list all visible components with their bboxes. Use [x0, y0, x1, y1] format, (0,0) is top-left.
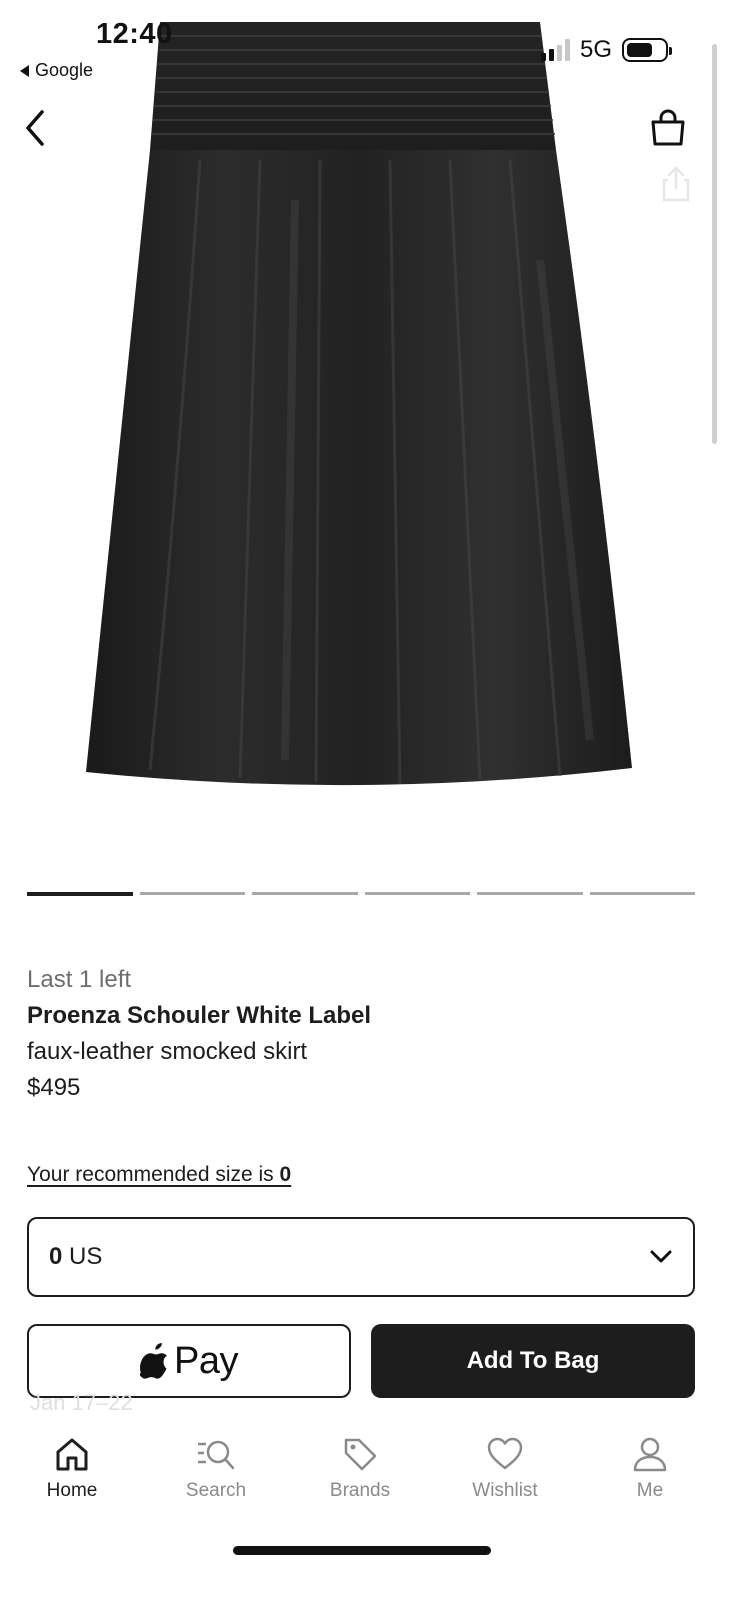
- add-to-bag-button[interactable]: Add To Bag: [371, 1324, 695, 1398]
- product-info: Last 1 left Proenza Schouler White Label…: [27, 962, 707, 1106]
- tab-wishlist[interactable]: Wishlist: [445, 1436, 565, 1502]
- pager-indicator[interactable]: [139, 892, 245, 895]
- pager-indicator[interactable]: [252, 892, 358, 895]
- pager-indicator[interactable]: [477, 892, 583, 895]
- apple-logo-icon: [140, 1343, 167, 1379]
- share-icon: [662, 166, 690, 202]
- recommended-size-prefix: Your recommended size is: [27, 1163, 280, 1186]
- tab-home-label: Home: [46, 1480, 98, 1501]
- tab-brands[interactable]: Brands: [300, 1436, 420, 1502]
- selected-size-region: US: [62, 1243, 103, 1270]
- battery-icon: [622, 38, 672, 62]
- status-time: 12:40: [96, 18, 173, 50]
- tab-wishlist-label: Wishlist: [472, 1480, 538, 1501]
- stock-status: Last 1 left: [27, 966, 132, 993]
- network-label: 5G: [579, 36, 612, 63]
- signal-icon: [540, 39, 570, 61]
- recommended-size-link[interactable]: Your recommended size is 0: [27, 1163, 291, 1187]
- tag-icon: [344, 1438, 377, 1471]
- heart-icon: [487, 1437, 523, 1470]
- chevron-down-icon: [650, 1250, 672, 1263]
- back-button[interactable]: [18, 108, 54, 148]
- search-icon: [198, 1440, 235, 1470]
- brand-name[interactable]: Proenza Schouler White Label: [27, 998, 707, 1034]
- back-triangle-icon: [20, 64, 29, 77]
- product-price: $495: [27, 1074, 81, 1101]
- tab-brands-label: Brands: [329, 1480, 391, 1501]
- recommended-size-value: 0: [279, 1163, 292, 1186]
- selected-size: 0 US: [49, 1243, 102, 1271]
- skirt-illustration: [86, 22, 632, 786]
- chevron-left-icon: [26, 110, 44, 146]
- back-app-label: Google: [35, 60, 94, 80]
- tab-search[interactable]: Search: [156, 1436, 276, 1502]
- product-image[interactable]: [0, 0, 738, 870]
- tab-me[interactable]: Me: [590, 1436, 710, 1502]
- tab-home[interactable]: Home: [12, 1436, 132, 1502]
- apple-pay-button[interactable]: Pay: [27, 1324, 351, 1398]
- selected-size-value: 0: [49, 1243, 63, 1270]
- shopping-bag-icon: [651, 109, 685, 146]
- share-button[interactable]: [656, 164, 696, 204]
- apple-pay-label: Pay: [174, 1339, 238, 1382]
- product-name: faux-leather smocked skirt: [27, 1038, 308, 1065]
- scrollbar[interactable]: [712, 44, 717, 444]
- pager-indicator[interactable]: [27, 892, 133, 896]
- tab-me-label: Me: [636, 1480, 664, 1501]
- size-selector[interactable]: 0 US: [27, 1217, 695, 1297]
- shopping-bag-button[interactable]: [648, 108, 688, 148]
- pager-indicator[interactable]: [589, 892, 695, 895]
- back-to-app-link[interactable]: Google: [20, 60, 93, 81]
- home-indicator[interactable]: [233, 1546, 491, 1555]
- pager-indicator[interactable]: [364, 892, 470, 895]
- user-icon: [633, 1437, 667, 1472]
- home-icon: [56, 1438, 88, 1471]
- tab-search-label: Search: [185, 1480, 247, 1501]
- image-pager[interactable]: [27, 892, 695, 896]
- status-indicators: 5G: [540, 36, 672, 64]
